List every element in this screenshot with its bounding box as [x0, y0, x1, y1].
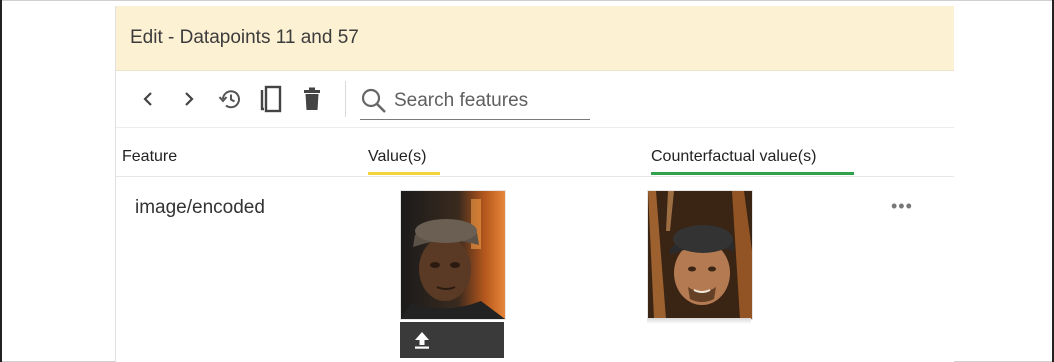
- chevron-left-icon: [143, 92, 152, 106]
- value-image: [400, 190, 506, 320]
- frame-border-left: [0, 0, 2, 362]
- counterfactual-column-header: Counterfactual value(s): [651, 148, 817, 165]
- duplicate-button[interactable]: [257, 85, 285, 113]
- values-column-header: Value(s): [368, 148, 427, 165]
- upload-button[interactable]: [400, 322, 504, 358]
- counterfactual-image-shadow: [647, 318, 751, 324]
- delete-icon: [304, 87, 320, 110]
- copy-icon: [260, 85, 282, 113]
- history-icon: [218, 90, 240, 109]
- chevron-right-icon: [185, 92, 194, 106]
- counterfactual-column-underline: [651, 172, 854, 175]
- next-button[interactable]: [175, 85, 203, 113]
- upload-icon: [415, 332, 429, 349]
- feature-column-header: Feature: [122, 148, 178, 165]
- feature-name: image/encoded: [135, 197, 265, 218]
- face-photo-value: [401, 191, 505, 319]
- datapoint-editor-panel: Edit - Datapoints 11 and 57 Search featu…: [115, 6, 954, 362]
- delete-button[interactable]: [298, 85, 326, 113]
- editor-toolbar: [116, 71, 954, 128]
- counterfactual-image: [647, 190, 753, 320]
- search-input[interactable]: [392, 88, 586, 113]
- values-column-underline: [368, 172, 440, 175]
- face-photo-counterfactual: [648, 191, 752, 319]
- column-headers: Feature Value(s) Counterfactual value(s): [116, 128, 954, 177]
- search-icon: [361, 88, 386, 113]
- editor-header: Edit - Datapoints 11 and 57: [116, 6, 954, 71]
- reset-history-button[interactable]: [216, 85, 244, 113]
- search-field[interactable]: [360, 83, 590, 120]
- previous-button[interactable]: [134, 85, 162, 113]
- editor-title: Edit - Datapoints 11 and 57: [130, 27, 359, 48]
- more-options-button[interactable]: •••: [891, 196, 913, 217]
- toolbar-divider: [345, 81, 346, 117]
